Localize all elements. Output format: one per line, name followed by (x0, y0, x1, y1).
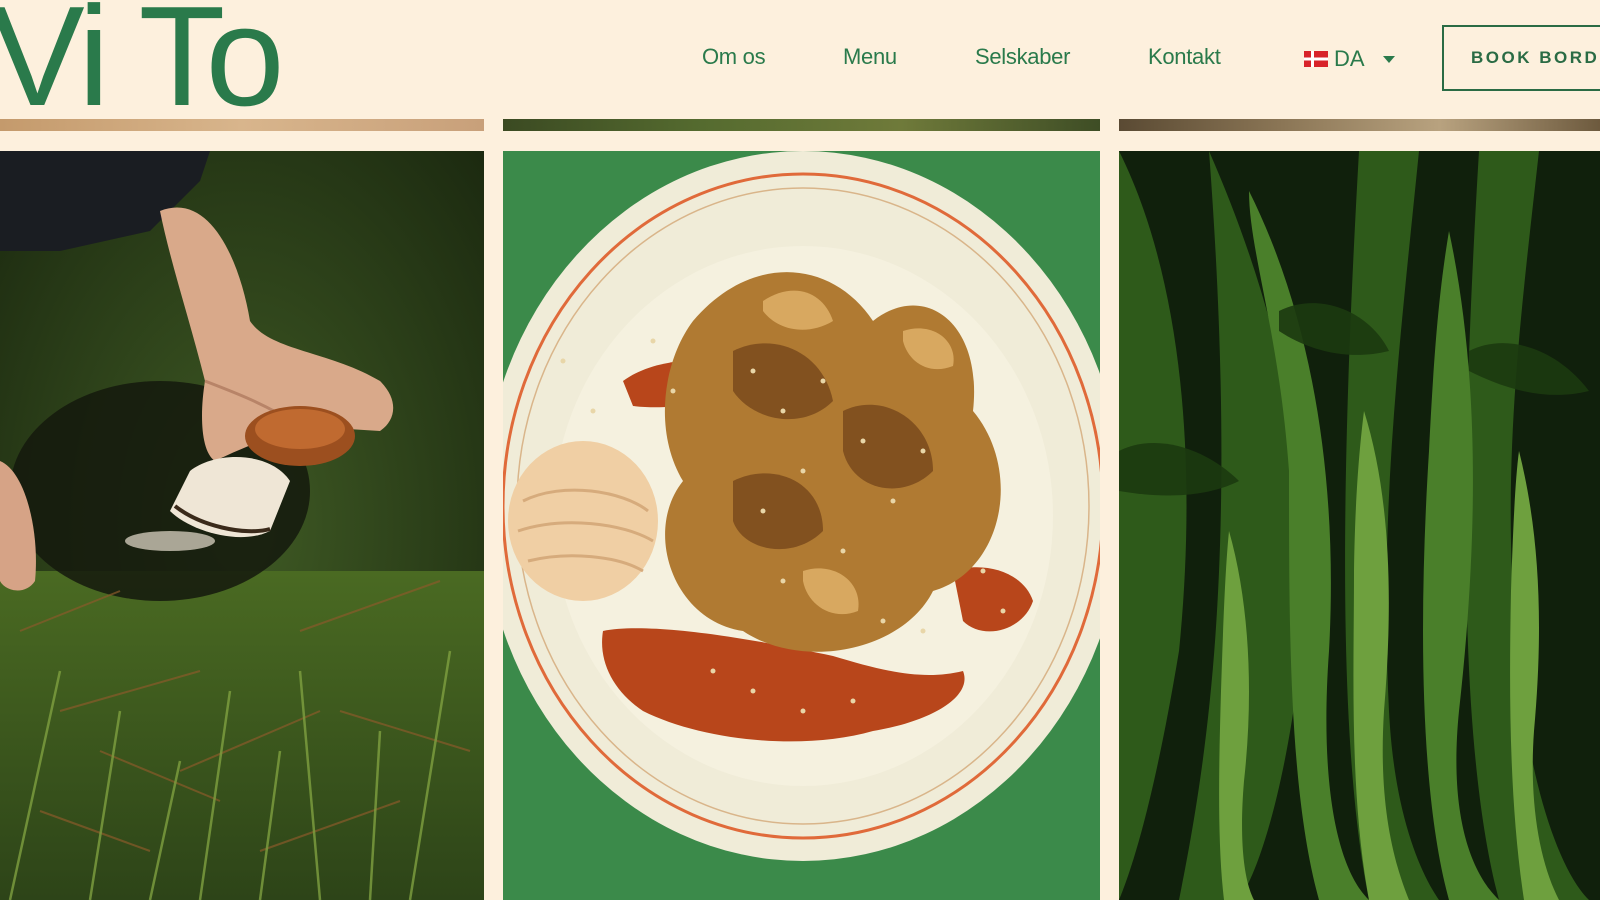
page: Vi To Om os Menu Selskaber Kontakt DA BO… (0, 0, 1600, 900)
nav-item-menu[interactable]: Menu (843, 44, 897, 70)
nav-item-kontakt[interactable]: Kontakt (1148, 44, 1221, 70)
language-label: DA (1334, 46, 1365, 71)
nav-item-om-os[interactable]: Om os (702, 44, 766, 70)
photo-strip-middle (503, 119, 1100, 131)
nav-item-selskaber[interactable]: Selskaber (975, 44, 1070, 70)
photo-strip-left (0, 119, 484, 131)
photo-fried-mushroom-dish (503, 151, 1100, 900)
photo-green-vegetables (1119, 151, 1600, 900)
photo-strip-right (1119, 119, 1600, 131)
main-nav: Om os Menu Selskaber Kontakt DA (0, 44, 1600, 74)
language-selector[interactable]: DA (1304, 46, 1395, 72)
book-table-button[interactable]: BOOK BORD (1442, 25, 1600, 91)
chevron-down-icon (1382, 55, 1395, 63)
photo-mushroom-foraging (0, 151, 484, 900)
danish-flag-icon (1304, 51, 1328, 67)
